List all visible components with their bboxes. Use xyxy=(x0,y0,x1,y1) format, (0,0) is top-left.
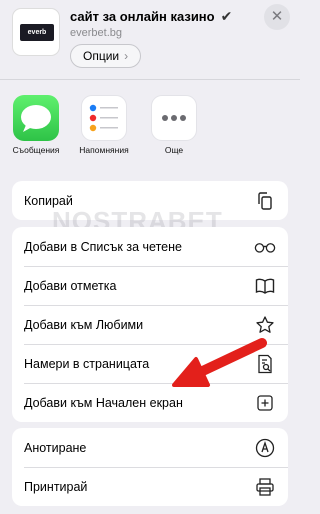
site-thumbnail: everb xyxy=(12,8,60,56)
title-row: сайт за онлайн казино ✔ xyxy=(70,8,232,25)
action-print[interactable]: Принтирай xyxy=(12,467,288,506)
action-add-reading-list[interactable]: Добави в Списък за четене xyxy=(12,227,288,266)
action-label: Добави отметка xyxy=(24,278,117,293)
action-label: Намери в страницата xyxy=(24,356,150,371)
printer-icon xyxy=(254,476,276,498)
options-label: Опции xyxy=(83,49,120,63)
page-title: сайт за онлайн казино xyxy=(70,9,215,24)
glasses-icon xyxy=(254,236,276,258)
action-label: Принтирай xyxy=(24,479,88,494)
app-label: Още xyxy=(164,145,184,155)
action-add-bookmark[interactable]: Добави отметка xyxy=(12,266,288,305)
app-label: Съобщения xyxy=(12,145,60,155)
app-messages[interactable]: Съобщения xyxy=(8,95,64,155)
action-group-extra: Анотиране Принтирай xyxy=(12,428,288,506)
app-reminders[interactable]: Напомняния xyxy=(76,95,132,155)
share-sheet-header: everb сайт за онлайн казино ✔ everbet.bg… xyxy=(0,0,300,80)
action-markup[interactable]: Анотиране xyxy=(12,428,288,467)
markup-icon xyxy=(254,437,276,459)
reminders-icon xyxy=(81,95,127,141)
action-label: Добави в Списък за четене xyxy=(24,239,182,254)
messages-icon xyxy=(13,95,59,141)
options-button[interactable]: Опции › xyxy=(70,44,142,68)
action-label: Добави към Любими xyxy=(24,317,144,332)
copy-icon xyxy=(254,190,276,212)
app-label: Напомняния xyxy=(79,145,129,155)
header-divider xyxy=(0,79,300,80)
action-label: Анотиране xyxy=(24,440,87,455)
app-more[interactable]: Още xyxy=(146,95,202,155)
chevron-right-icon: › xyxy=(124,49,129,63)
star-icon xyxy=(254,314,276,336)
page-url: everbet.bg xyxy=(70,27,122,39)
check-icon: ✔ xyxy=(220,8,233,24)
more-icon xyxy=(151,95,197,141)
app-row: Съобщения Напомняния Още xyxy=(0,95,300,165)
site-logo: everb xyxy=(20,24,54,41)
book-icon xyxy=(254,275,276,297)
close-button[interactable]: ✕ xyxy=(264,4,290,30)
close-icon: ✕ xyxy=(270,8,284,25)
annotation-arrow xyxy=(160,335,270,400)
